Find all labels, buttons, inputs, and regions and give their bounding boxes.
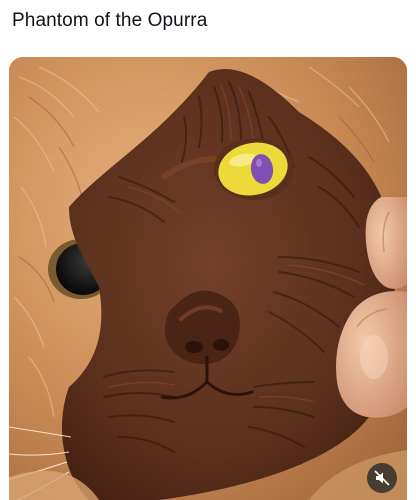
cat-chocolate-mask-photo [9,57,407,500]
post-image[interactable] [9,57,407,500]
post-title: Phantom of the Opurra [12,10,208,31]
speaker-muted-icon [374,470,390,486]
mute-button[interactable] [367,463,397,493]
